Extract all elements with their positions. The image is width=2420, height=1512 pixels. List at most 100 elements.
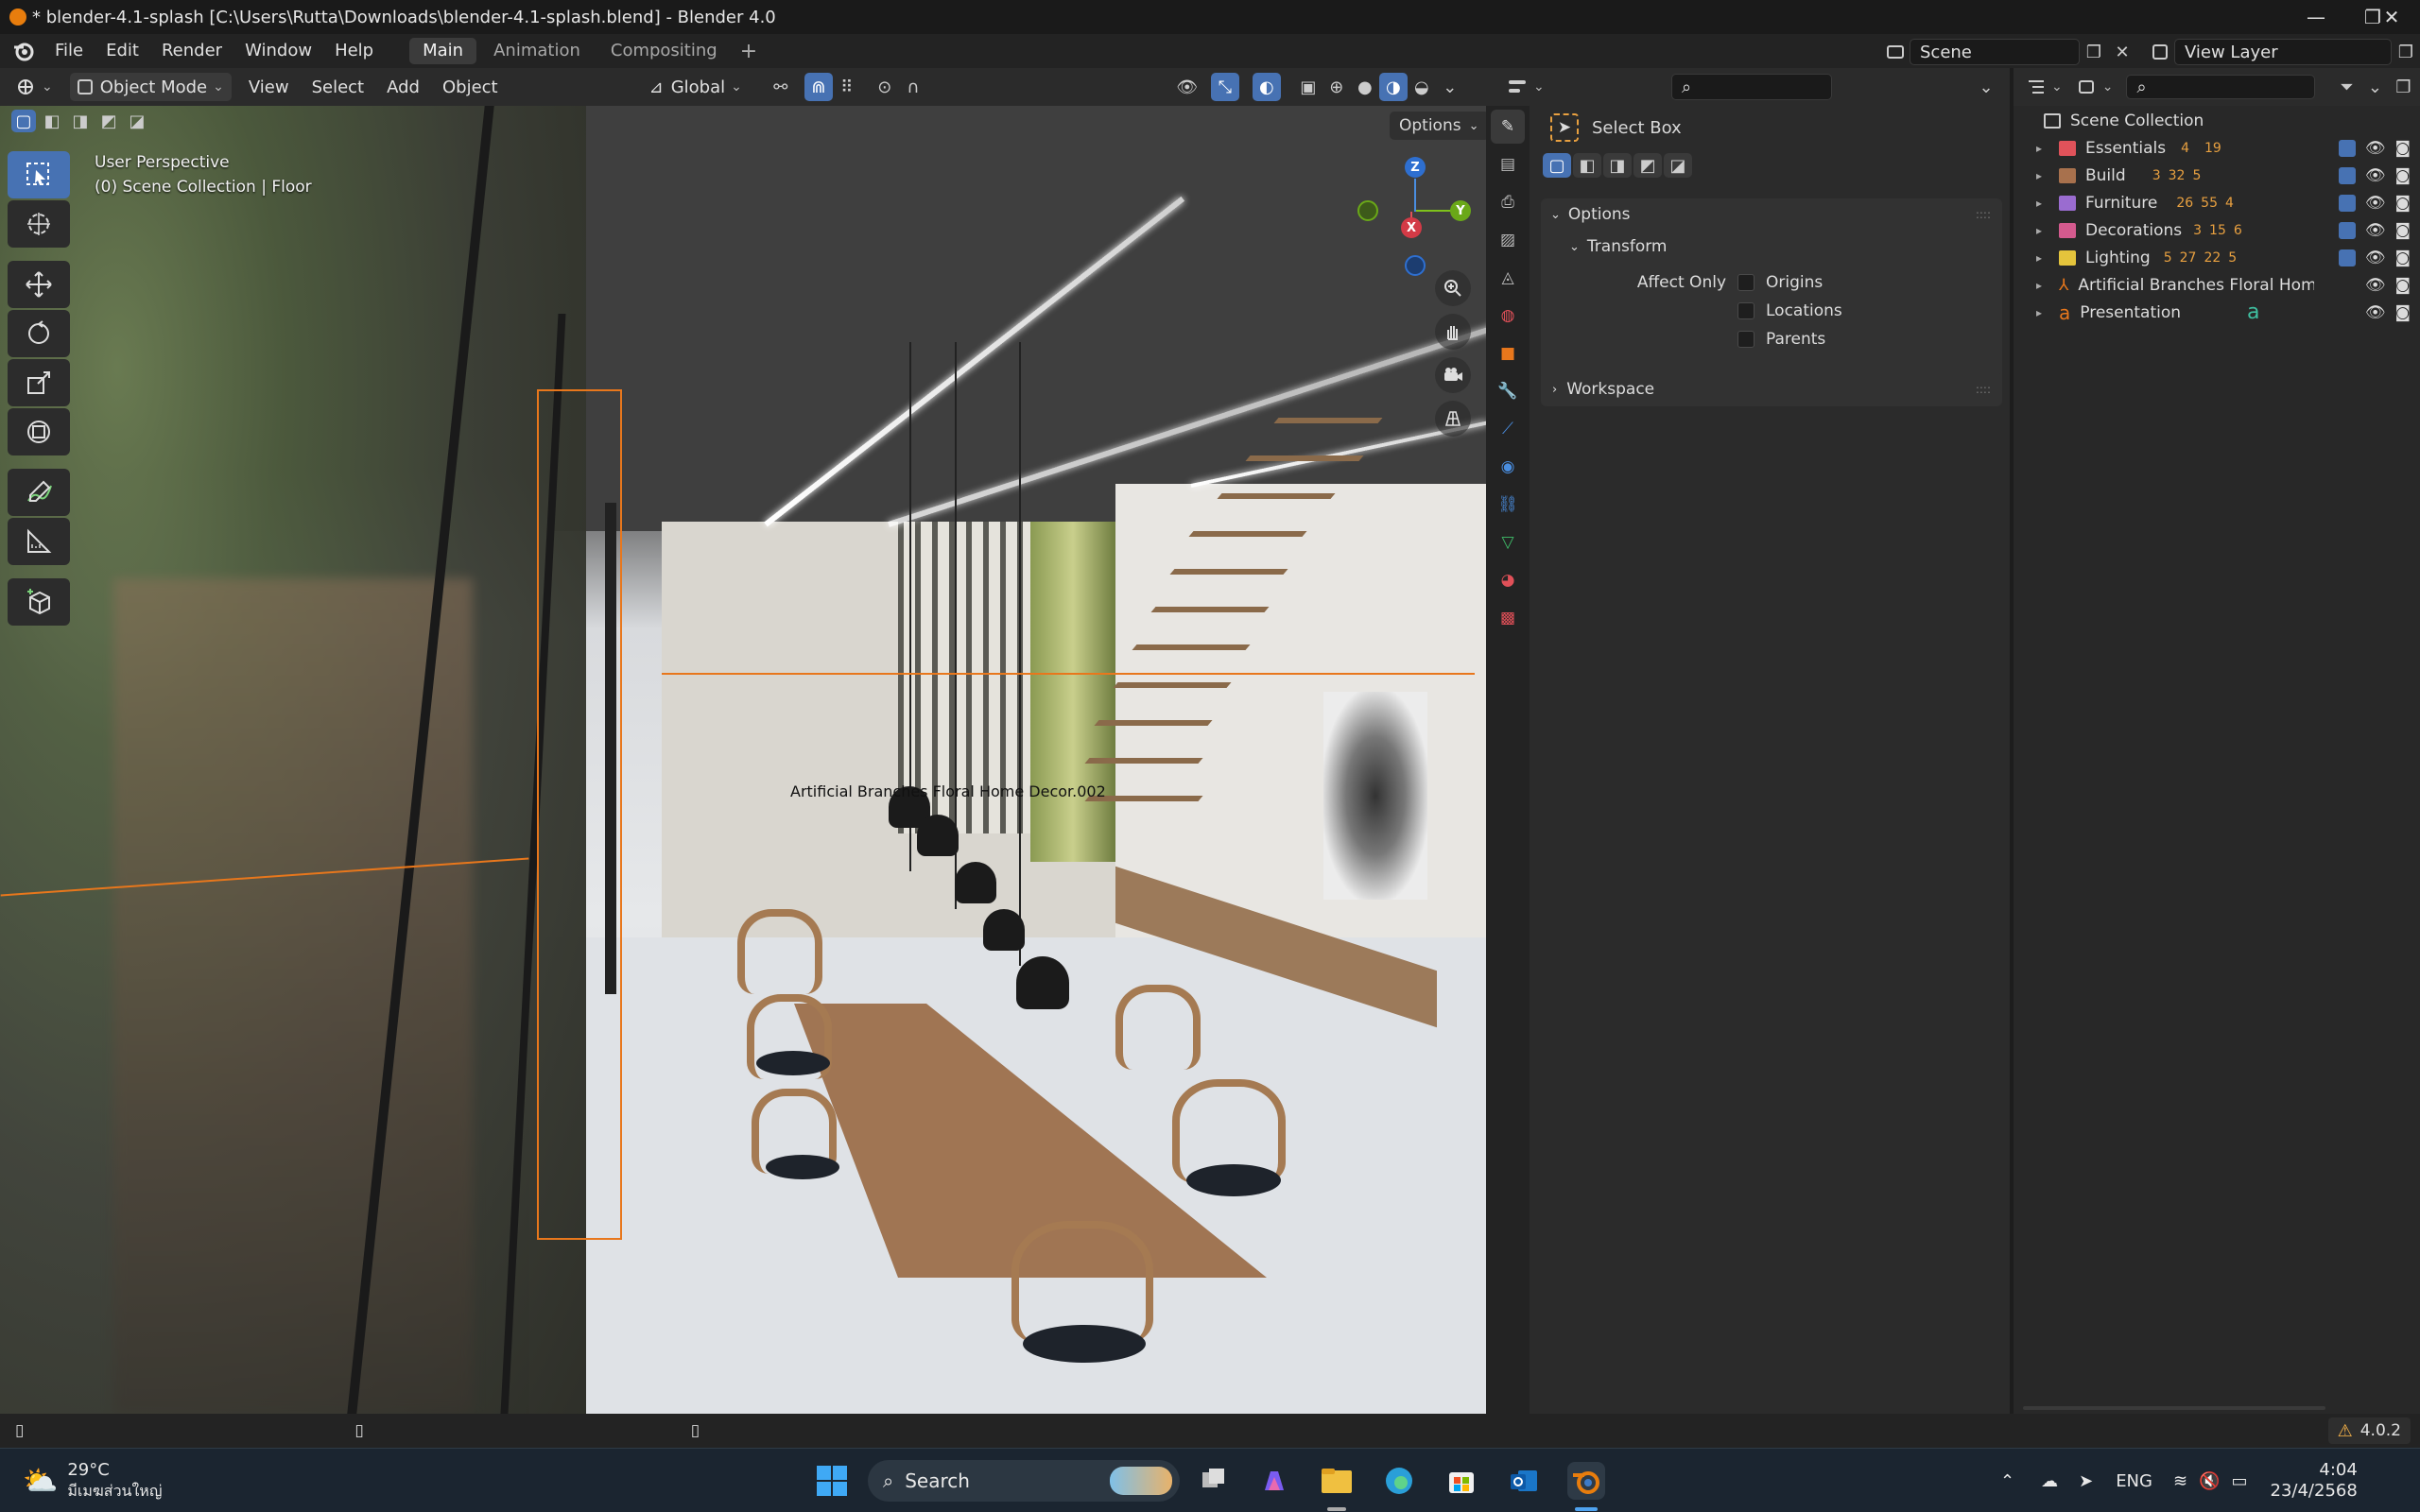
camera-icon[interactable]: ◙ [2395, 221, 2411, 240]
origins-checkbox[interactable] [1737, 274, 1754, 291]
location-icon[interactable]: ➤ [2079, 1471, 2093, 1491]
camera-icon[interactable]: ◙ [2395, 249, 2411, 267]
view-layer-icon[interactable] [2146, 38, 2174, 66]
tab-main[interactable]: Main [409, 38, 477, 64]
tab-object-icon[interactable]: ■ [1491, 336, 1525, 370]
properties-editor-type-button[interactable] [1499, 73, 1552, 101]
gizmo-x-icon[interactable]: X [1401, 217, 1422, 238]
speaker-muted-icon[interactable]: 🔇 [2199, 1471, 2220, 1491]
tab-scene-icon[interactable]: ◬ [1491, 261, 1525, 295]
weather-widget[interactable]: ⛅ 29°C มีเมฆส่วนใหญ่ [23, 1449, 162, 1512]
transform-tool[interactable] [8, 408, 70, 455]
locations-checkbox[interactable] [1737, 302, 1754, 319]
tab-constraints-icon[interactable]: ⛓ [1491, 488, 1525, 522]
exclude-checkbox[interactable] [2338, 166, 2356, 184]
task-view-icon[interactable] [1195, 1462, 1233, 1500]
display-mode-dropdown[interactable] [2070, 73, 2121, 101]
tab-render-icon[interactable]: ▤ [1491, 147, 1525, 181]
proportional-edit-icon[interactable]: ⊙ [871, 73, 899, 101]
eye-icon[interactable]: 👁 [2365, 303, 2386, 322]
outliner-row-lighting[interactable]: ▸ Lighting 5 27 22 5 👁 ◙ [2014, 244, 2420, 271]
3d-viewport[interactable]: User Perspective (0) Scene Collection | … [0, 106, 1486, 1414]
mode-difference-icon[interactable]: ◩ [1634, 153, 1662, 178]
language-indicator[interactable]: ENG [2116, 1471, 2152, 1491]
tab-physics-icon[interactable]: ◉ [1491, 450, 1525, 484]
falloff-icon[interactable]: ∩ [899, 73, 927, 101]
tab-particles-icon[interactable]: ⟋ [1491, 412, 1525, 446]
eye-icon[interactable]: 👁 [2365, 194, 2386, 213]
microsoft-store-icon[interactable] [1443, 1462, 1480, 1500]
eye-icon[interactable]: 👁 [2365, 139, 2386, 158]
tab-animation[interactable]: Animation [480, 38, 594, 64]
gizmo-z-icon[interactable]: Z [1405, 157, 1426, 178]
scene-field[interactable]: Scene [1910, 39, 2080, 65]
expand-triangle-icon[interactable]: ▸ [2036, 306, 2049, 319]
camera-view-icon[interactable] [1435, 357, 1471, 393]
tab-compositing[interactable]: Compositing [597, 38, 731, 64]
blender-logo-icon[interactable] [9, 37, 38, 65]
menu-object[interactable]: Object [431, 77, 510, 97]
exclude-checkbox[interactable] [2338, 139, 2356, 157]
taskbar-search-box[interactable]: ⌕ Search [868, 1460, 1180, 1502]
annotate-tool[interactable] [8, 469, 70, 516]
blender-taskbar-icon[interactable] [1567, 1462, 1605, 1500]
mode-intersect-icon[interactable]: ◪ [1664, 153, 1692, 178]
version-badge[interactable]: ⚠ 4.0.2 [2327, 1418, 2411, 1444]
outliner-row-presentation[interactable]: ▸ a Presentation a 👁 ◙ [2014, 299, 2420, 326]
move-tool[interactable] [8, 261, 70, 308]
start-windows-icon[interactable] [813, 1462, 851, 1500]
overlay-toggle-icon[interactable]: ◐ [1252, 73, 1281, 101]
select-new-icon[interactable]: ▢ [11, 110, 36, 132]
workspace-panel[interactable]: › Workspace :::: [1541, 372, 2002, 406]
menu-file[interactable]: File [43, 34, 95, 68]
eye-icon[interactable]: 👁 [2365, 221, 2386, 240]
expand-triangle-icon[interactable]: ▸ [2036, 251, 2049, 265]
scene-selector-icon[interactable] [1881, 38, 1910, 66]
pivot-point-icon[interactable]: ⚯ [767, 73, 795, 101]
new-collection-icon[interactable]: ❐ [2389, 73, 2417, 101]
camera-icon[interactable]: ◙ [2395, 303, 2411, 322]
file-explorer-icon[interactable] [1318, 1462, 1356, 1500]
filter-chevron-icon[interactable]: ⌄ [2360, 73, 2389, 101]
shading-options-icon[interactable]: ⌄ [1436, 73, 1464, 101]
tab-output-icon[interactable]: ⎙ [1491, 185, 1525, 219]
pan-hand-icon[interactable] [1435, 314, 1471, 350]
mode-set-icon[interactable]: ▢ [1543, 153, 1571, 178]
panel-grip-icon[interactable]: :::: [1976, 208, 1991, 221]
mode-extend-icon[interactable]: ◧ [1573, 153, 1601, 178]
camera-icon[interactable]: ◙ [2395, 166, 2411, 185]
zoom-icon[interactable] [1435, 270, 1471, 306]
navigation-gizmo[interactable]: Z Y X [1357, 155, 1471, 276]
tab-world-icon[interactable]: ◍ [1491, 299, 1525, 333]
scale-tool[interactable] [8, 359, 70, 406]
select-subtract-icon[interactable]: ◨ [68, 110, 93, 132]
exclude-checkbox[interactable] [2338, 249, 2356, 266]
camera-icon[interactable]: ◙ [2395, 276, 2411, 295]
menu-help[interactable]: Help [323, 34, 385, 68]
new-scene-icon[interactable]: ❐ [2080, 38, 2108, 66]
eye-icon[interactable]: 👁 [2365, 166, 2386, 185]
outliner-search-input[interactable]: ⌕ [2126, 75, 2316, 99]
outliner-row-decorations[interactable]: ▸ Decorations 3 15 6 👁 ◙ [2014, 216, 2420, 244]
tab-material-icon[interactable]: ◕ [1491, 563, 1525, 597]
new-view-layer-icon[interactable]: ❐ [2392, 38, 2420, 66]
camera-icon[interactable]: ◙ [2395, 194, 2411, 213]
menu-add[interactable]: Add [375, 77, 431, 97]
onedrive-icon[interactable]: ☁ [2041, 1471, 2058, 1491]
perspective-toggle-icon[interactable] [1435, 401, 1471, 437]
wifi-icon[interactable]: ≋ [2173, 1471, 2187, 1491]
menu-render[interactable]: Render [150, 34, 233, 68]
tab-modifiers-icon[interactable]: 🔧 [1491, 374, 1525, 408]
edge-browser-icon[interactable] [1380, 1462, 1418, 1500]
properties-options-chevron-icon[interactable]: ⌄ [1972, 73, 2000, 101]
cursor-tool[interactable] [8, 200, 70, 248]
menu-window[interactable]: Window [233, 34, 323, 68]
transform-orientation-dropdown[interactable]: ⊿ Global [642, 73, 750, 101]
tab-data-icon[interactable]: ▽ [1491, 525, 1525, 559]
clock[interactable]: 4:04 23/4/2568 [2271, 1460, 2358, 1502]
exclude-checkbox[interactable] [2338, 194, 2356, 212]
xray-toggle-icon[interactable]: ▣ [1294, 73, 1322, 101]
outliner-row-artificial-branches[interactable]: ▸ ⅄ Artificial Branches Floral Home 👁 ◙ [2014, 271, 2420, 299]
eye-icon[interactable]: 👁 [2365, 276, 2386, 295]
menu-select[interactable]: Select [301, 77, 376, 97]
